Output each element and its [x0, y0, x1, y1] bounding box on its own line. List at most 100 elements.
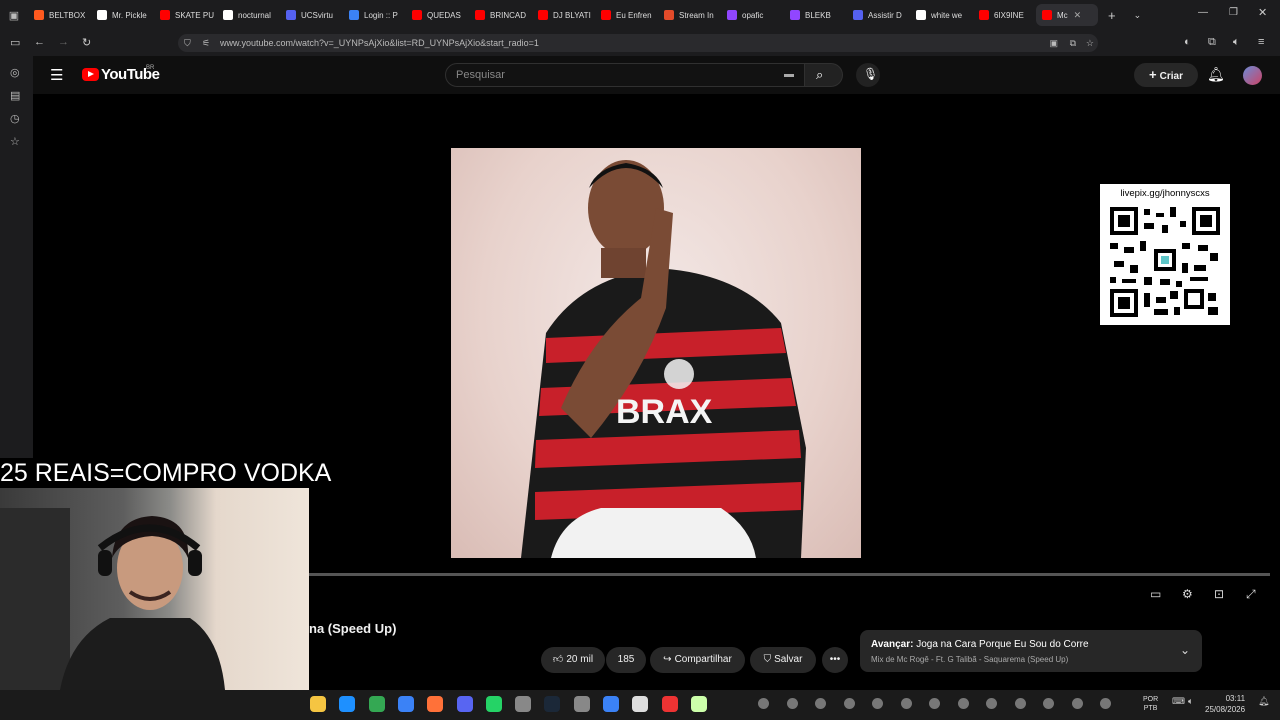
network-icon[interactable]: ⌨: [1172, 696, 1185, 707]
create-button[interactable]: + Criar: [1134, 63, 1198, 87]
pip-icon[interactable]: ▣: [1049, 34, 1058, 52]
video-progress-bar[interactable]: [309, 573, 1270, 576]
browser-tab[interactable]: Mr. Pickle: [91, 4, 154, 26]
url-text: www.youtube.com/watch?v=_UYNPsAjXio&list…: [220, 38, 539, 48]
tab-favicon-icon: [286, 10, 296, 20]
app-icon[interactable]: [397, 696, 414, 712]
settings-gear-icon[interactable]: ⚙: [1182, 587, 1193, 601]
browser-tab[interactable]: 6IX9INE: [973, 4, 1036, 26]
browser-tab[interactable]: nocturnal: [217, 4, 280, 26]
menu-icon[interactable]: ≡: [1258, 36, 1264, 48]
discord-icon[interactable]: [456, 696, 473, 712]
bookmarks-icon[interactable]: ☆: [10, 135, 20, 148]
address-bar[interactable]: ⛉ ⚟ www.youtube.com/watch?v=_UYNPsAjXio&…: [178, 34, 1098, 52]
site-info-icon[interactable]: ⛉: [184, 34, 191, 52]
dislike-button[interactable]: 185: [606, 647, 646, 673]
tab-list-dropdown[interactable]: ⌄: [1134, 10, 1142, 21]
minimize-button[interactable]: —: [1198, 7, 1208, 18]
chrome-icon[interactable]: [368, 696, 385, 712]
app-icon[interactable]: [603, 696, 619, 712]
screenshot-icon[interactable]: ⧉: [1070, 34, 1076, 52]
browser-tab[interactable]: Eu Enfren: [595, 4, 658, 26]
browser-tab[interactable]: BLEKB: [784, 4, 847, 26]
next-up-panel[interactable]: Avançar: Joga na Cara Porque Eu Sou do C…: [860, 630, 1202, 672]
app-icon[interactable]: [690, 696, 707, 712]
voice-search-button[interactable]: 🎙︎: [856, 63, 880, 87]
history-icon[interactable]: ◷: [10, 112, 20, 125]
share-button[interactable]: ↪ Compartilhar: [650, 647, 745, 673]
sidebar-toggle-icon[interactable]: ▭: [10, 36, 20, 49]
search-button[interactable]: ⌕: [805, 63, 843, 87]
close-window-button[interactable]: ✕: [1258, 6, 1267, 19]
chatgpt-icon[interactable]: [515, 696, 532, 712]
browser-tab[interactable]: BRINCAD: [469, 4, 532, 26]
tray-app-icon[interactable]: [758, 698, 769, 709]
system-clock[interactable]: 03:11 25/08/2026: [1205, 693, 1245, 715]
browser-tab[interactable]: QUEDAS: [406, 4, 469, 26]
steam-icon[interactable]: [544, 696, 561, 712]
forward-button[interactable]: →: [58, 36, 69, 48]
reading-list-icon[interactable]: ▤: [10, 89, 20, 102]
notifications-icon[interactable]: 🔔︎: [1258, 696, 1269, 707]
tray-app-icon[interactable]: [1100, 698, 1111, 709]
app-icon[interactable]: [661, 696, 678, 712]
browser-tab[interactable]: SKATE PU: [154, 4, 217, 26]
reload-button[interactable]: ↻: [82, 36, 91, 49]
like-button[interactable]: 👍︎ 20 mil: [541, 647, 605, 673]
browser-tab[interactable]: DJ BLYATI: [532, 4, 595, 26]
tray-app-icon[interactable]: [900, 698, 912, 709]
back-button[interactable]: ←: [34, 36, 45, 48]
browser-tab[interactable]: UCSvirtu: [280, 4, 343, 26]
close-tab-icon[interactable]: ✕: [1074, 10, 1082, 21]
tray-app-icon[interactable]: [786, 698, 798, 709]
save-button[interactable]: ⛉ Salvar: [750, 647, 816, 673]
video-album-art: BRAX: [451, 148, 861, 558]
keyboard-icon[interactable]: ▬: [784, 64, 794, 86]
tray-app-icon[interactable]: [872, 698, 883, 709]
browser-tab[interactable]: white we: [910, 4, 973, 26]
chevron-down-icon[interactable]: ⌄: [1180, 643, 1190, 657]
tray-app-icon[interactable]: [843, 698, 855, 709]
browser-tab[interactable]: Login :: P: [343, 4, 406, 26]
video-title[interactable]: na (Speed Up): [309, 621, 396, 636]
tray-app-icon[interactable]: [1014, 698, 1026, 709]
tray-app-icon[interactable]: [815, 698, 826, 709]
tray-app-icon[interactable]: [1071, 698, 1083, 709]
tray-app-icon[interactable]: [1043, 698, 1054, 709]
tray-app-icon[interactable]: [986, 698, 997, 709]
youtube-logo-icon[interactable]: [82, 68, 99, 81]
search-input[interactable]: Pesquisar ▬: [445, 63, 805, 87]
more-actions-button[interactable]: •••: [822, 647, 848, 673]
obs-icon[interactable]: [573, 696, 590, 712]
restore-button[interactable]: ❐: [1229, 7, 1238, 18]
browser-tab[interactable]: Assistir D: [847, 4, 910, 26]
avatar[interactable]: [1243, 66, 1262, 85]
whatsapp-icon[interactable]: [485, 696, 502, 712]
hamburger-menu-icon[interactable]: ☰: [50, 66, 63, 84]
volume-icon[interactable]: 🔈︎: [1188, 696, 1193, 707]
extensions-icon[interactable]: ⧉: [1208, 36, 1216, 49]
app-icon[interactable]: [632, 696, 649, 712]
tab-actions-icon[interactable]: ▣: [0, 9, 28, 22]
ai-icon[interactable]: ◎: [10, 66, 20, 79]
new-tab-button[interactable]: +: [1108, 8, 1116, 23]
edge-icon[interactable]: [339, 696, 356, 712]
captions-icon[interactable]: ▭: [1150, 587, 1161, 601]
tray-app-icon[interactable]: [929, 698, 940, 709]
tune-icon[interactable]: ⚟: [202, 34, 210, 52]
speaker-icon[interactable]: 🔈︎: [1233, 36, 1240, 49]
file-explorer-icon[interactable]: [310, 696, 326, 712]
browser-tab[interactable]: Stream In: [658, 4, 721, 26]
bookmark-star-icon[interactable]: ☆: [1086, 34, 1094, 52]
tray-app-icon[interactable]: [957, 698, 969, 709]
browser-tab[interactable]: BELTBOX: [28, 4, 91, 26]
vpn-icon[interactable]: ◐: [1184, 36, 1191, 48]
miniplayer-icon[interactable]: ⊡: [1214, 587, 1224, 601]
browser-tab[interactable]: opafic: [721, 4, 784, 26]
browser-tab[interactable]: Mc ✕: [1036, 4, 1098, 26]
svg-text:BRAX: BRAX: [616, 393, 713, 431]
firefox-icon[interactable]: [427, 696, 444, 712]
fullscreen-icon[interactable]: ⤢: [1246, 587, 1256, 602]
input-language[interactable]: POR PTB: [1143, 695, 1158, 713]
notifications-bell-icon[interactable]: 🔔︎: [1207, 66, 1225, 83]
